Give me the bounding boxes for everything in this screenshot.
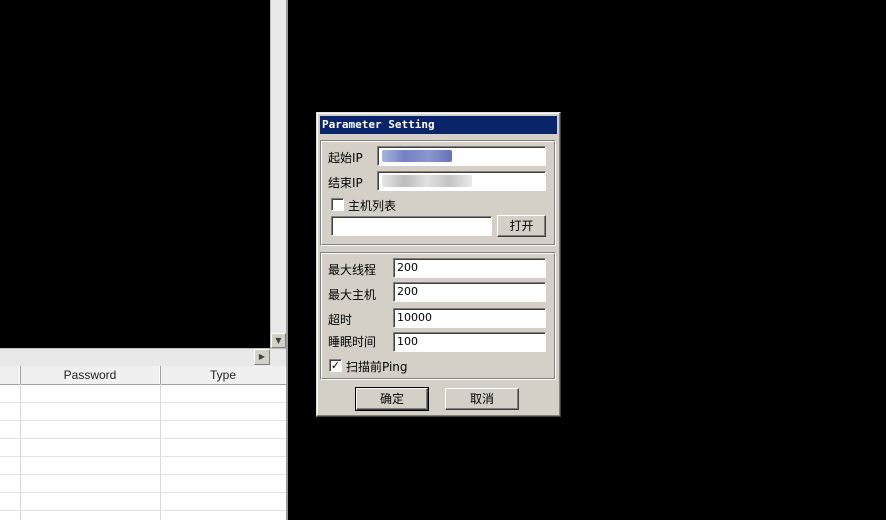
table-row <box>0 402 286 403</box>
start-ip-label: 起始IP <box>328 151 363 165</box>
grid-column-header-password[interactable]: Password <box>20 366 160 384</box>
ping-before-scan-checkbox[interactable]: ✓ <box>329 359 342 372</box>
grid-header: Password Type <box>0 366 286 385</box>
results-grid: Password Type <box>0 366 286 520</box>
grid-divider <box>20 384 21 520</box>
cancel-button[interactable]: 取消 <box>445 388 519 410</box>
max-threads-input[interactable]: 200 <box>393 258 546 278</box>
sleep-time-input[interactable]: 100 <box>393 332 546 352</box>
log-output-area <box>0 0 270 348</box>
table-row <box>0 510 286 511</box>
grid-column-header-hidden[interactable] <box>0 366 20 384</box>
parameter-setting-dialog: Parameter Setting 起始IP 结束IP 主机列表 打开 最大线程… <box>316 112 561 417</box>
host-list-label[interactable]: 主机列表 <box>348 197 396 214</box>
table-row <box>0 474 286 475</box>
timeout-label: 超时 <box>328 313 353 327</box>
max-threads-label: 最大线程 <box>328 263 377 277</box>
host-list-checkbox[interactable] <box>331 198 344 211</box>
timeout-input[interactable]: 10000 <box>393 308 546 328</box>
table-row <box>0 492 286 493</box>
sleep-time-label: 睡眠时间 <box>328 335 377 349</box>
vertical-scrollbar[interactable]: ▼ <box>270 0 287 348</box>
table-row <box>0 438 286 439</box>
horizontal-scrollbar[interactable]: ▶ <box>0 348 286 366</box>
max-hosts-input[interactable]: 200 <box>393 282 546 302</box>
grid-column-header-type[interactable]: Type <box>160 366 286 384</box>
end-ip-label: 结束IP <box>328 176 363 190</box>
scroll-right-arrow-icon[interactable]: ▶ <box>254 349 270 365</box>
grid-divider <box>160 384 161 520</box>
scroll-down-arrow-icon[interactable]: ▼ <box>271 333 286 348</box>
dialog-title[interactable]: Parameter Setting <box>320 116 557 134</box>
host-list-path-input[interactable] <box>331 216 492 236</box>
ping-before-scan-label[interactable]: 扫描前Ping <box>346 358 408 375</box>
max-hosts-label: 最大主机 <box>328 288 377 302</box>
table-row <box>0 420 286 421</box>
end-ip-input[interactable] <box>377 171 546 191</box>
table-row <box>0 456 286 457</box>
start-ip-input[interactable] <box>377 146 546 166</box>
ok-button[interactable]: 确定 <box>355 387 429 411</box>
open-button[interactable]: 打开 <box>497 215 546 237</box>
window-border <box>286 0 288 520</box>
